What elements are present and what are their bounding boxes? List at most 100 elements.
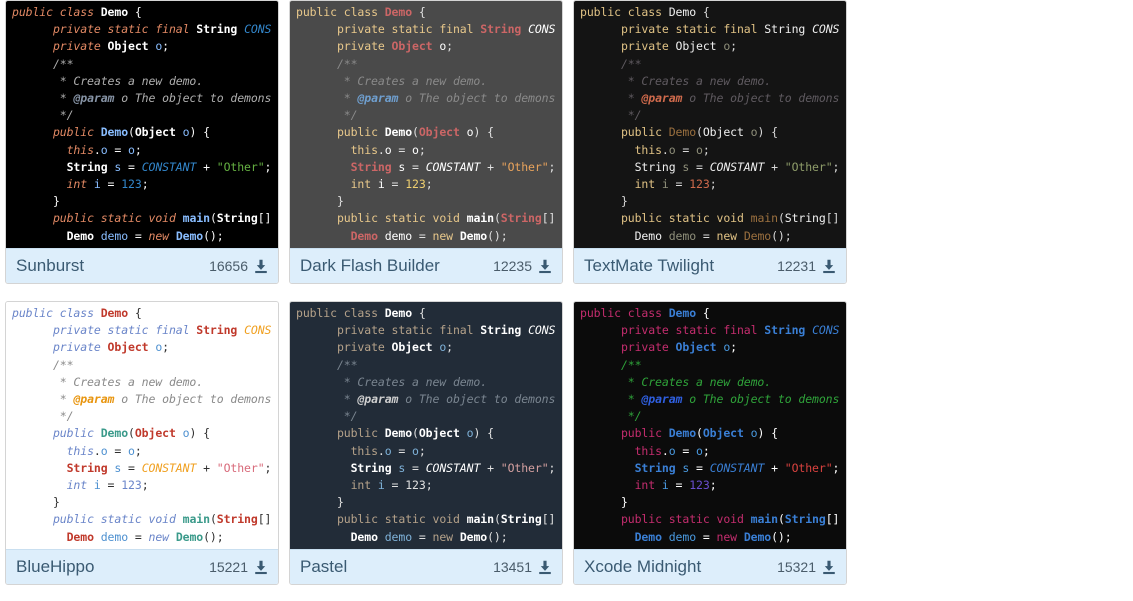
code-token-comment: * xyxy=(627,91,642,106)
code-line: int i = 123; xyxy=(296,176,562,193)
code-token-func: Demo xyxy=(743,529,772,544)
code-token-kw: final xyxy=(155,323,190,338)
theme-card[interactable]: public class Demo { private static final… xyxy=(5,301,279,585)
code-token-comment: * Creates a new demo. xyxy=(627,374,772,389)
code-token-type: Object xyxy=(391,39,433,54)
code-token-def xyxy=(12,108,60,122)
code-token-def xyxy=(737,229,744,243)
code-line: int i = 123; xyxy=(12,477,278,494)
code-token-def xyxy=(296,375,344,389)
theme-name[interactable]: Xcode Midnight xyxy=(584,557,777,577)
code-line: } xyxy=(580,494,846,511)
code-token-def xyxy=(12,340,53,354)
code-line: } xyxy=(12,494,278,511)
code-token-def: { xyxy=(696,306,710,320)
code-token-def xyxy=(744,512,751,526)
code-token-comment: */ xyxy=(59,108,74,123)
theme-card[interactable]: public class Demo { private static final… xyxy=(289,0,563,284)
theme-card[interactable]: public class Demo { private static final… xyxy=(289,301,563,585)
code-token-kw: int xyxy=(350,478,372,493)
code-line: */ xyxy=(12,408,278,425)
code-token-kw: static xyxy=(391,323,433,338)
code-token-def: = xyxy=(696,529,717,544)
code-token-comment: * xyxy=(59,91,74,106)
theme-name[interactable]: BlueHippo xyxy=(16,557,209,577)
code-token-def: [] xyxy=(541,512,556,527)
code-token-func: main xyxy=(750,211,778,226)
code-token-def xyxy=(580,177,635,191)
theme-card[interactable]: public class Demo { private static final… xyxy=(5,0,279,284)
code-token-def: (); xyxy=(771,228,792,243)
code-token-def xyxy=(378,5,385,19)
code-token-kw: public xyxy=(52,512,94,527)
code-token-def xyxy=(296,160,351,174)
code-token-str: "Other" xyxy=(216,159,265,174)
theme-name[interactable]: Sunburst xyxy=(16,256,209,276)
code-token-kw: public xyxy=(620,512,662,527)
download-icon[interactable] xyxy=(538,259,552,274)
download-icon[interactable] xyxy=(538,560,552,575)
theme-name[interactable]: TextMate Twilight xyxy=(584,256,777,276)
code-line: * Creates a new demo. xyxy=(580,374,846,391)
code-token-comment: * Creates a new demo. xyxy=(59,73,204,88)
code-token-comment: * Creates a new demo. xyxy=(343,73,488,88)
download-icon[interactable] xyxy=(254,259,268,274)
download-icon[interactable] xyxy=(822,560,836,575)
code-token-type: String xyxy=(480,22,522,37)
code-token-def xyxy=(385,323,392,337)
code-token-comment: * xyxy=(59,392,74,407)
code-token-func: Demo xyxy=(743,228,772,243)
code-token-type: String xyxy=(500,512,542,527)
code-line: Demo demo = new Demo(); xyxy=(580,529,846,546)
code-token-kw: static xyxy=(391,22,433,37)
code-token-kw: new xyxy=(716,529,738,544)
code-token-def: ; xyxy=(548,159,556,174)
download-icon[interactable] xyxy=(822,259,836,274)
code-token-def xyxy=(710,211,717,225)
theme-card[interactable]: public class Demo { private static final… xyxy=(573,0,847,284)
code-token-def xyxy=(426,211,433,225)
code-token-comment: /** xyxy=(620,56,642,71)
code-token-def xyxy=(296,143,351,157)
code-token-def: { xyxy=(412,306,426,320)
code-token-type: Object xyxy=(418,125,460,140)
code-token-const: CONS xyxy=(528,323,556,338)
code-token-kw: private xyxy=(336,22,385,37)
code-token-kw: static xyxy=(675,22,717,37)
code-token-def xyxy=(378,512,385,526)
code-token-def: = xyxy=(412,529,433,544)
theme-name[interactable]: Pastel xyxy=(300,557,493,577)
code-token-kw: new xyxy=(716,228,738,243)
code-token-def xyxy=(580,340,621,354)
code-token-def xyxy=(296,22,337,36)
code-line: private Object o; xyxy=(580,339,846,356)
code-line: this.o = o; xyxy=(12,142,278,159)
code-token-def: ( xyxy=(777,512,785,527)
code-token-def: ( xyxy=(696,426,703,441)
code-token-kw: private xyxy=(52,323,101,338)
code-token-def: (); xyxy=(203,529,224,544)
code-token-kw: final xyxy=(155,22,190,37)
code-token-def xyxy=(460,426,467,440)
code-token-def xyxy=(12,22,53,36)
code-token-def xyxy=(580,91,628,105)
code-token-def xyxy=(371,478,378,492)
theme-card[interactable]: public class Demo { private static final… xyxy=(573,301,847,585)
code-token-def xyxy=(337,5,344,19)
theme-name[interactable]: Dark Flash Builder xyxy=(300,256,493,276)
code-line: private Object o; xyxy=(12,38,278,55)
code-line: Demo demo = new Demo(); xyxy=(580,228,846,245)
code-token-def xyxy=(580,229,635,243)
code-token-kw: public xyxy=(296,5,337,19)
code-token-def xyxy=(101,323,108,337)
code-line: public Demo(Object o) { xyxy=(12,124,278,141)
code-token-def: [] xyxy=(825,512,840,527)
code-token-def: ) { xyxy=(757,125,778,140)
code-token-ident: i xyxy=(93,177,101,192)
code-token-def xyxy=(296,444,351,458)
code-token-def xyxy=(12,375,60,389)
code-token-def xyxy=(12,125,53,139)
download-icon[interactable] xyxy=(254,560,268,575)
code-line: int i = 123; xyxy=(296,477,562,494)
code-line: */ xyxy=(296,107,562,124)
